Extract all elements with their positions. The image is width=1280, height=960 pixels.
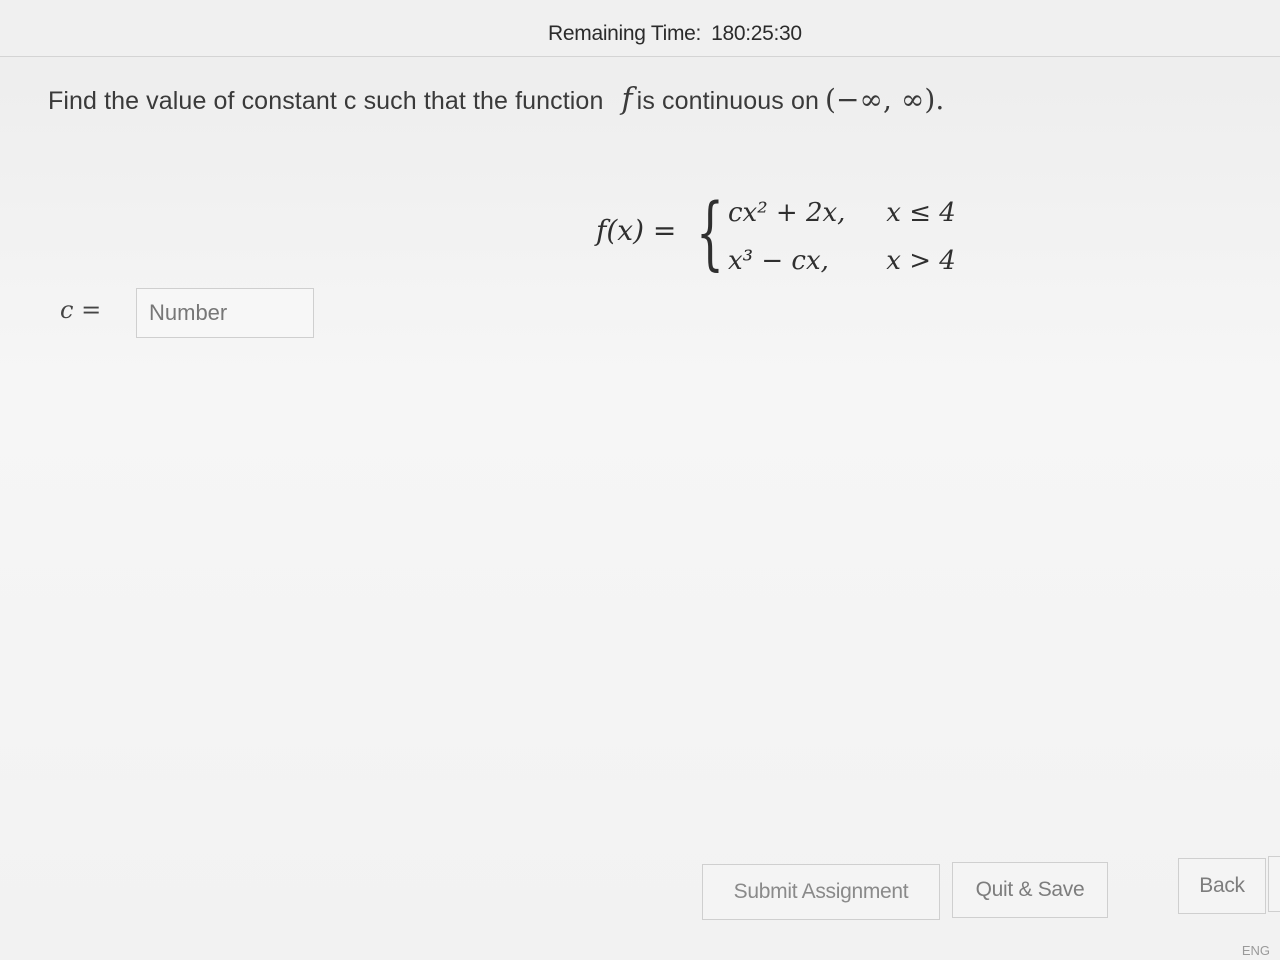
- piece-condition: x > 4: [886, 246, 956, 276]
- piece-expression: cx² + 2x,: [728, 198, 846, 228]
- function-lhs: f(x) =: [596, 214, 677, 247]
- timer-label: Remaining Time:: [548, 22, 702, 45]
- assignment-page: Remaining Time: 180:25:30 Find the value …: [0, 0, 1280, 960]
- left-brace: {: [696, 186, 724, 279]
- taskbar-language: ENG: [1241, 943, 1270, 958]
- question-prompt: Find the value of constant c such that t…: [48, 82, 944, 117]
- answer-number-input[interactable]: [136, 288, 314, 338]
- top-bar: Remaining Time: 180:25:30: [0, 0, 1280, 57]
- function-symbol: f: [621, 82, 633, 117]
- answer-label: c =: [60, 296, 102, 324]
- next-button-edge[interactable]: [1268, 856, 1280, 912]
- piece-condition: x ≤ 4: [886, 198, 956, 228]
- domain-interval: (−∞, ∞).: [824, 83, 945, 116]
- piecewise-function: f(x) = { cx² + 2x, x ≤ 4 x³ − cx, x > 4: [596, 188, 976, 286]
- back-button[interactable]: Back: [1178, 858, 1266, 914]
- question-text: Find the value of constant c such that t…: [48, 87, 604, 115]
- quit-and-save-button[interactable]: Quit & Save: [952, 862, 1108, 918]
- piece-expression: x³ − cx,: [728, 246, 829, 276]
- remaining-time: Remaining Time: 180:25:30: [548, 22, 802, 46]
- piece-row: cx² + 2x, x ≤ 4: [728, 198, 956, 228]
- question-text-after: is continuous on: [636, 87, 819, 115]
- timer-value: 180:25:30: [711, 22, 802, 45]
- submit-assignment-button[interactable]: Submit Assignment: [702, 864, 940, 920]
- piece-row: x³ − cx, x > 4: [728, 246, 956, 276]
